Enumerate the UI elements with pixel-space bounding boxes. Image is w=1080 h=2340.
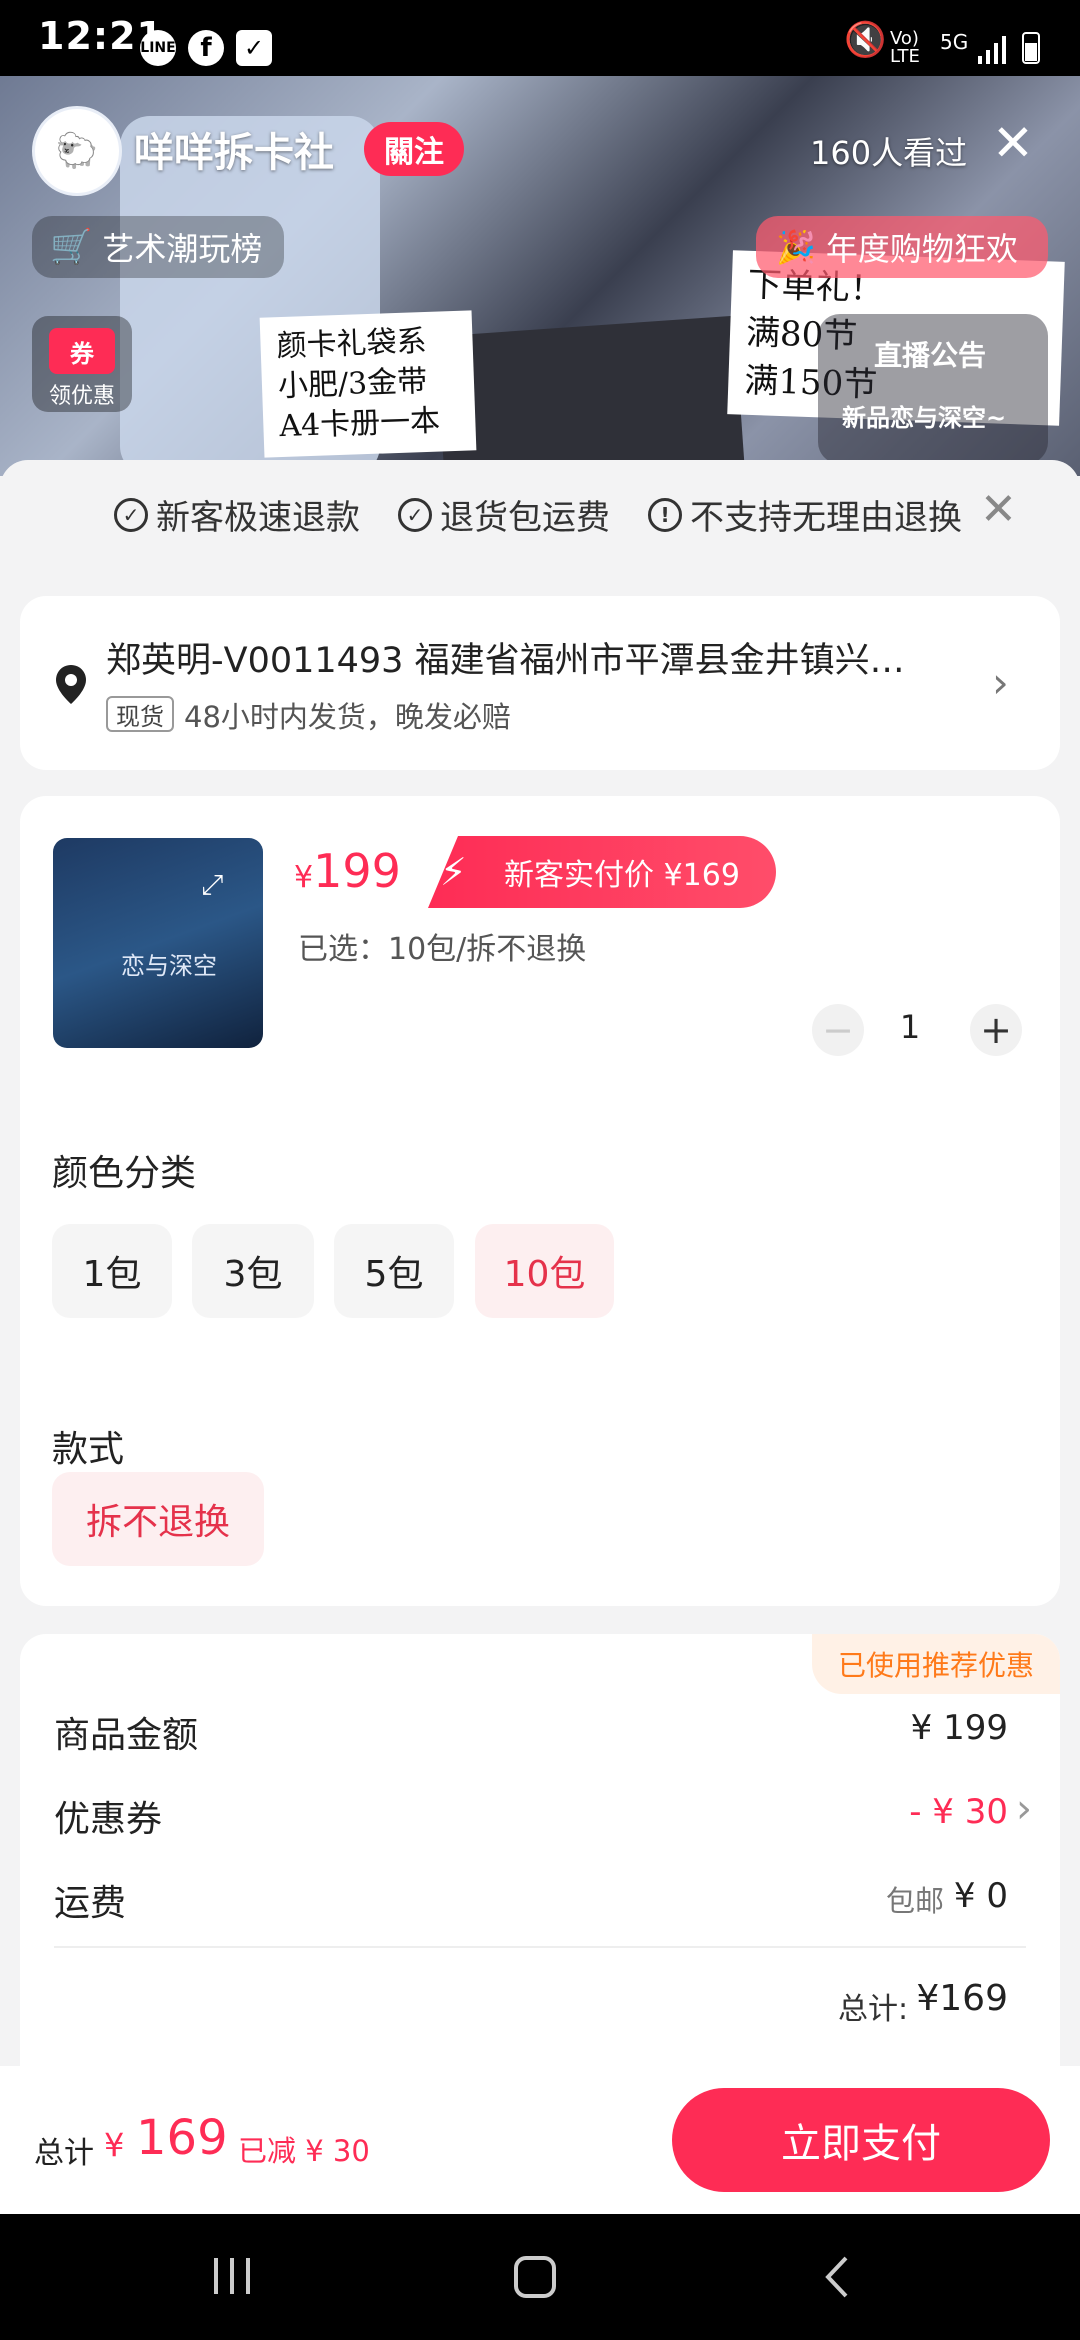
address-line: 郑英明-V0011493 福建省福州市平潭县金井镇兴…: [106, 641, 905, 681]
facebook-icon: f: [188, 30, 224, 66]
viewer-count: 160人看过: [810, 134, 968, 172]
follow-button[interactable]: 關注: [364, 122, 464, 176]
cart-icon: 🛒: [50, 227, 93, 267]
divider: [54, 1946, 1026, 1948]
line-icon: LINE: [140, 30, 176, 66]
color-section-title: 颜色分类: [52, 1153, 197, 1194]
shop-name[interactable]: 咩咩拆卡社: [134, 120, 334, 178]
signal-icon: [978, 34, 1008, 64]
guarantee-fast-refund: ✓ 新客极速退款: [114, 490, 360, 539]
shop-avatar[interactable]: 🐑: [32, 106, 122, 196]
color-option-5[interactable]: 5包: [334, 1224, 454, 1318]
info-circle-icon: !: [648, 497, 682, 532]
coupon-value[interactable]: - ¥ 30: [909, 1792, 1008, 1832]
check-icon: ✓: [236, 30, 272, 66]
guarantee-free-return-shipping: ✓ 退货包运费: [398, 490, 610, 539]
close-icon[interactable]: ✕: [992, 118, 1034, 168]
coupon-widget[interactable]: 券 领优惠: [32, 316, 132, 412]
color-option-3[interactable]: 3包: [192, 1224, 314, 1318]
product-price: ¥ 199: [294, 844, 401, 898]
home-icon[interactable]: [514, 2256, 556, 2298]
decrease-quantity-button[interactable]: −: [812, 1004, 864, 1056]
check-circle-icon: ✓: [114, 497, 148, 532]
lightning-icon: ⚡: [440, 850, 467, 894]
goods-amount-value: ¥ 199: [910, 1708, 1008, 1748]
card-image: [434, 315, 746, 476]
check-circle-icon: ✓: [398, 497, 432, 532]
battery-icon: [1022, 32, 1040, 64]
coupon-icon: 券: [49, 328, 115, 374]
new-customer-price-badge: 新客实付价 ¥169: [428, 836, 776, 908]
5g-label: 5G: [940, 30, 969, 54]
status-bar: 12:21 LINE f ✓ 🔇 Vo) LTE 5G: [0, 0, 1080, 76]
footer-discount: 已减 ¥ 30: [238, 2134, 370, 2168]
party-icon: 🎉: [776, 228, 816, 266]
address-card[interactable]: 郑英明-V0011493 福建省福州市平潭县金井镇兴… 现货 48小时内发货，晚…: [20, 596, 1060, 770]
thumbnail-text: 恋与深空: [121, 952, 217, 980]
pay-now-button[interactable]: 立即支付: [672, 2088, 1050, 2192]
quantity-value[interactable]: 1: [880, 1008, 940, 1046]
style-section-title: 款式: [52, 1429, 125, 1470]
event-tag-label: 年度购物狂欢: [825, 230, 1018, 268]
coupon-label: 优惠券: [54, 1799, 163, 1840]
selected-spec: 已选：10包/拆不退换: [298, 932, 587, 967]
chevron-right-icon: ›: [992, 658, 1009, 707]
footer-total-value: 169: [136, 2110, 228, 2166]
color-option-1[interactable]: 1包: [52, 1224, 172, 1318]
free-shipping-note: 包邮: [886, 1884, 945, 1918]
close-sheet-icon[interactable]: ✕: [980, 488, 1017, 532]
checkout-bar: 总计 ¥ 169 已减 ¥ 30 立即支付: [0, 2066, 1080, 2214]
shipping-fee-label: 运费: [54, 1883, 127, 1924]
expand-icon[interactable]: ⤢: [201, 868, 223, 902]
back-icon[interactable]: [822, 2254, 852, 2300]
goods-amount-label: 商品金额: [54, 1715, 199, 1756]
recent-apps-icon[interactable]: [210, 2256, 254, 2296]
shipping-promise: 48小时内发货，晚发必赔: [184, 700, 511, 734]
system-nav-bar: [0, 2214, 1080, 2340]
footer-currency: ¥: [104, 2126, 125, 2164]
price-value: 199: [313, 844, 401, 898]
live-stream-banner[interactable]: 颜卡礼袋系 小肥/3金带 A4卡册一本 下单礼！ 满80节 满150节 🐑 咩咩…: [0, 76, 1080, 476]
network-label: Vo) LTE: [890, 28, 920, 67]
rank-tag[interactable]: 🛒 艺术潮玩榜: [32, 216, 285, 278]
location-pin-icon: [54, 664, 88, 706]
footer-total-label: 总计: [34, 2136, 94, 2171]
shipping-fee-value: ¥ 0: [953, 1876, 1008, 1916]
summary-total-label: 总计:: [838, 1992, 909, 2027]
rank-tag-label: 艺术潮玩榜: [102, 230, 263, 268]
mute-icon: 🔇: [844, 20, 887, 60]
product-thumbnail[interactable]: 恋与深空 ⤢: [53, 838, 263, 1048]
coupon-chevron-icon[interactable]: ›: [1016, 1786, 1032, 1832]
announcement-panel[interactable]: 直播公告 新品恋与深空~: [818, 314, 1048, 464]
guarantee-no-return: ! 不支持无理由退换: [648, 490, 962, 539]
announcement-title: 直播公告: [874, 339, 987, 372]
product-card: 恋与深空 ⤢ ¥ 199 新客实付价 ¥169 ⚡ 已选：10包/拆不退换 − …: [20, 796, 1060, 1606]
guarantee-label: 新客极速退款: [156, 498, 360, 538]
recommended-discount-badge: 已使用推荐优惠: [811, 1634, 1060, 1694]
color-option-10[interactable]: 10包: [475, 1224, 614, 1318]
price-symbol: ¥: [294, 860, 314, 895]
announcement-text: 新品恋与深空~: [842, 404, 1007, 432]
increase-quantity-button[interactable]: +: [970, 1004, 1022, 1056]
note-left-line: A4卡册一本: [278, 403, 441, 445]
stock-tag: 现货: [106, 696, 174, 732]
coupon-label: 领优惠: [48, 384, 115, 409]
guarantee-label: 退货包运费: [440, 498, 610, 538]
note-left-line: 小肥/3金带: [277, 363, 428, 405]
guarantee-label: 不支持无理由退换: [690, 498, 962, 538]
event-tag[interactable]: 🎉 年度购物狂欢: [756, 216, 1048, 278]
style-option-no-return[interactable]: 拆不退换: [52, 1472, 264, 1566]
note-left: 颜卡礼袋系 小肥/3金带 A4卡册一本: [259, 310, 477, 458]
note-left-line: 颜卡礼袋系: [276, 323, 428, 365]
summary-total-value: ¥169: [916, 1978, 1008, 2019]
